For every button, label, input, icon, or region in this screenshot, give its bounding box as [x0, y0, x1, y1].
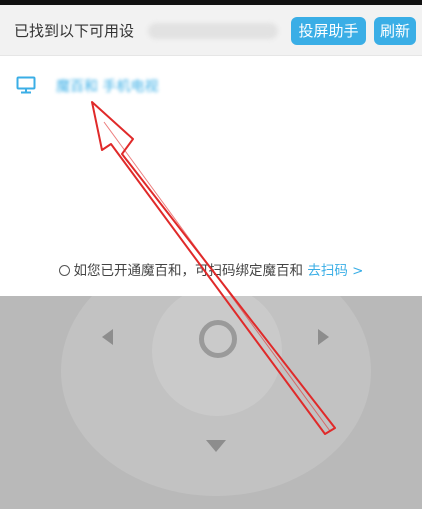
down-arrow-icon[interactable] — [206, 440, 226, 452]
tv-icon — [16, 76, 36, 94]
refresh-button[interactable]: 刷新 — [374, 17, 416, 45]
right-arrow-icon[interactable] — [318, 329, 329, 345]
device-list-item[interactable]: 魔百和 手机电视 — [16, 74, 316, 98]
scan-hint: 如您已开通魔百和，可扫码绑定魔百和 去扫码 > — [0, 259, 422, 279]
device-name: 魔百和 手机电视 — [56, 79, 159, 95]
info-circle-icon — [58, 265, 70, 276]
remote-control-pad — [0, 296, 422, 509]
device-search-header: 已找到以下可用设 投屏助手 刷新 — [0, 5, 422, 56]
redacted-text — [148, 23, 278, 39]
scan-link[interactable]: 去扫码 > — [307, 263, 363, 279]
cast-assistant-button[interactable]: 投屏助手 — [291, 17, 366, 45]
left-arrow-icon[interactable] — [102, 329, 113, 345]
scan-hint-text: 如您已开通魔百和，可扫码绑定魔百和 — [73, 263, 304, 279]
ok-button[interactable] — [199, 320, 237, 358]
found-devices-text: 已找到以下可用设 — [14, 22, 135, 40]
